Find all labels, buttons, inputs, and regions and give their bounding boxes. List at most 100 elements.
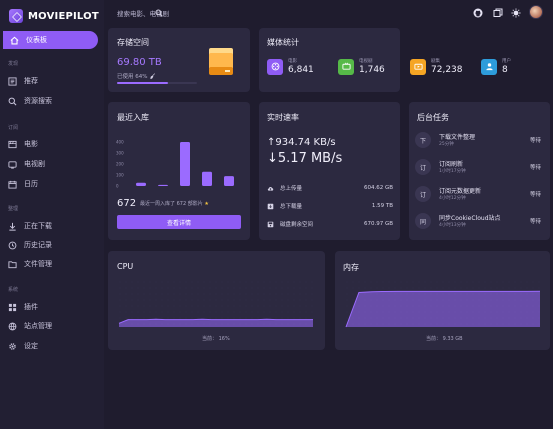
grid-dot bbox=[305, 317, 307, 319]
sidebar-item-tv[interactable]: 电视剧 bbox=[8, 157, 45, 171]
grid-dot bbox=[424, 281, 426, 283]
grid-dot bbox=[149, 305, 151, 307]
grid-dot bbox=[364, 281, 366, 283]
grid-dot bbox=[305, 293, 307, 295]
sidebar-item-recommend[interactable]: 推荐 bbox=[8, 74, 38, 88]
grid-dot bbox=[370, 281, 372, 283]
grid-dot bbox=[287, 299, 289, 301]
grid-dot bbox=[173, 287, 175, 289]
grid-dot bbox=[293, 317, 295, 319]
grid-dot bbox=[203, 317, 205, 319]
app-logo[interactable]: MOVIEPILOT bbox=[9, 8, 99, 24]
grid-dot bbox=[275, 299, 277, 301]
grid-dot bbox=[281, 281, 283, 283]
disk-icon bbox=[267, 221, 274, 227]
media-title: 媒体统计 bbox=[267, 38, 299, 47]
sidebar-item-downloading[interactable]: 正在下载 bbox=[8, 219, 52, 233]
grid-dot bbox=[257, 317, 259, 319]
sidebar-item-history[interactable]: 历史记录 bbox=[8, 238, 52, 252]
grid-dot bbox=[119, 311, 121, 313]
grid-dot bbox=[251, 299, 253, 301]
grid-dot bbox=[281, 287, 283, 289]
grid-dot bbox=[179, 299, 181, 301]
grid-dot bbox=[281, 305, 283, 307]
series-area bbox=[346, 291, 540, 327]
recent-title: 最近入库 bbox=[117, 113, 149, 122]
grid-dot bbox=[394, 281, 396, 283]
grid-dot bbox=[514, 281, 516, 283]
grid-dot bbox=[119, 293, 121, 295]
sidebar-item-movies[interactable]: 电影 bbox=[8, 137, 38, 151]
chart-bar bbox=[158, 184, 168, 186]
grid-dot bbox=[251, 311, 253, 313]
grid-dot bbox=[269, 317, 271, 319]
sidebar-item-plugins[interactable]: 插件 bbox=[8, 300, 38, 314]
grid-dot bbox=[472, 281, 474, 283]
y-tick-label: 300 bbox=[116, 151, 124, 156]
speed-title: 实时速率 bbox=[267, 113, 299, 122]
grid-dot bbox=[209, 299, 211, 301]
grid-dot bbox=[239, 317, 241, 319]
grid-dot bbox=[155, 281, 157, 283]
window-icon[interactable] bbox=[493, 8, 503, 18]
speed-row-value: 1.59 TB bbox=[371, 203, 393, 209]
search-icon[interactable] bbox=[155, 9, 163, 17]
task-item[interactable]: 订 订阅元数据更新 4小时12分钟 等待 bbox=[415, 186, 545, 206]
grid-dot bbox=[191, 311, 193, 313]
sidebar-item-sites[interactable]: 站点管理 bbox=[8, 319, 52, 333]
github-icon[interactable] bbox=[473, 8, 483, 18]
grid-dot bbox=[311, 311, 313, 313]
view-details-button[interactable]: 查看详情 bbox=[117, 215, 241, 229]
sidebar-item-settings[interactable]: 设定 bbox=[8, 339, 38, 353]
task-item[interactable]: 下 下载文件整理 25分钟 等待 bbox=[415, 132, 545, 152]
grid-dot bbox=[358, 287, 360, 289]
grid-dot bbox=[215, 281, 217, 283]
grid-dot bbox=[197, 305, 199, 307]
tasks-title: 后台任务 bbox=[417, 113, 449, 122]
user-avatar[interactable] bbox=[529, 5, 543, 19]
media-stat-movies: 电影 6,841 bbox=[267, 58, 314, 75]
media-stat-tv: 电视剧 1,746 bbox=[338, 58, 385, 75]
grid-dot bbox=[143, 317, 145, 319]
grid-dot bbox=[376, 287, 378, 289]
chart-bar bbox=[136, 182, 146, 186]
sidebar-item-label: 仪表板 bbox=[26, 36, 47, 44]
storage-value: 69.80 TB bbox=[117, 57, 162, 68]
task-item[interactable]: 订 订阅刷新 1小时17分钟 等待 bbox=[415, 159, 545, 179]
grid-dot bbox=[263, 293, 265, 295]
grid-dot bbox=[245, 305, 247, 307]
grid-dot bbox=[215, 317, 217, 319]
grid-dot bbox=[143, 305, 145, 307]
section-title: 发现 bbox=[8, 61, 19, 67]
grid-dot bbox=[221, 287, 223, 289]
theme-toggle-icon[interactable] bbox=[511, 8, 521, 18]
grid-dot bbox=[197, 311, 199, 313]
grid-dot bbox=[125, 311, 127, 313]
grid-dot bbox=[191, 293, 193, 295]
grid-dot bbox=[269, 281, 271, 283]
task-item[interactable]: 同 同步CookieCloud站点 4小时13分钟 等待 bbox=[415, 213, 545, 233]
grid-dot bbox=[197, 293, 199, 295]
grid-dot bbox=[478, 287, 480, 289]
recent-note-text: 最近一周入库了 672 部影片 bbox=[140, 201, 203, 207]
media-value: 1,746 bbox=[359, 65, 385, 75]
grid-dot bbox=[227, 299, 229, 301]
task-name: 订阅元数据更新 bbox=[439, 188, 482, 195]
series-area bbox=[119, 319, 313, 327]
sidebar-item-dashboard[interactable]: 仪表板 bbox=[3, 31, 98, 49]
sidebar-item-resource-search[interactable]: 资源搜索 bbox=[8, 94, 52, 108]
sidebar-item-file-manager[interactable]: 文件管理 bbox=[8, 257, 52, 271]
sidebar-item-label: 电视剧 bbox=[24, 160, 45, 168]
grid-dot bbox=[532, 287, 534, 289]
grid-dot bbox=[538, 281, 540, 283]
media-value: 6,841 bbox=[288, 65, 314, 75]
grid-dot bbox=[137, 317, 139, 319]
grid-dot bbox=[251, 293, 253, 295]
grid-dot bbox=[520, 281, 522, 283]
grid-dot bbox=[305, 305, 307, 307]
sidebar-item-calendar[interactable]: 日历 bbox=[8, 177, 38, 191]
broom-icon[interactable] bbox=[150, 73, 156, 79]
grid-dot bbox=[119, 299, 121, 301]
grid-dot bbox=[508, 281, 510, 283]
grid-dot bbox=[257, 299, 259, 301]
